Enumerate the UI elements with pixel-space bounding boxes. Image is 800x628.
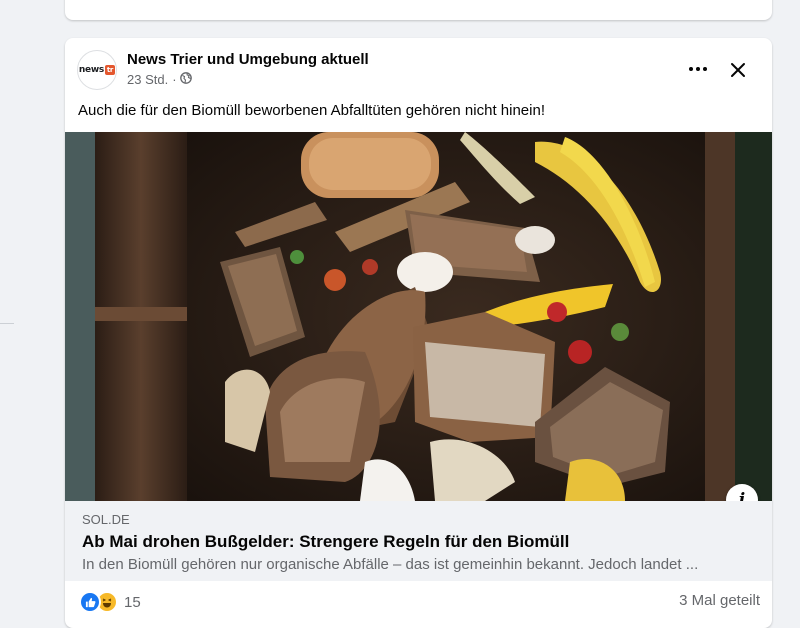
- more-icon: [689, 67, 707, 71]
- reaction-count: 15: [124, 593, 141, 611]
- link-description: In den Biomüll gehören nur organische Ab…: [82, 556, 699, 573]
- post-footer: 15 3 Mal geteilt: [65, 581, 772, 621]
- close-button[interactable]: [724, 56, 752, 84]
- post-timestamp[interactable]: 23 Std.: [127, 72, 168, 87]
- page-avatar[interactable]: news tr: [77, 50, 117, 90]
- divider: [0, 323, 14, 324]
- reaction-summary[interactable]: 15: [79, 591, 141, 613]
- post-header: news tr News Trier und Umgebung aktuell 2…: [77, 50, 760, 92]
- post-photo[interactable]: [65, 132, 772, 501]
- post-meta: 23 Std. ·: [127, 72, 192, 87]
- page-name-link[interactable]: News Trier und Umgebung aktuell: [127, 51, 369, 68]
- previous-post-card: [65, 0, 772, 20]
- post-caption: Auch die für den Biomüll beworbenen Abfa…: [78, 102, 545, 119]
- link-preview[interactable]: SOL.DE Ab Mai drohen Bußgelder: Strenger…: [65, 501, 772, 581]
- like-reaction-icon: [79, 591, 101, 613]
- page-logo: news tr: [78, 65, 116, 75]
- link-domain: SOL.DE: [82, 512, 130, 527]
- link-title[interactable]: Ab Mai drohen Bußgelder: Strengere Regel…: [82, 532, 569, 552]
- close-icon: [731, 63, 745, 77]
- meta-separator: ·: [172, 72, 177, 87]
- globe-icon[interactable]: [179, 72, 192, 87]
- post-card: news tr News Trier und Umgebung aktuell 2…: [65, 38, 772, 628]
- more-options-button[interactable]: [680, 58, 716, 80]
- share-count[interactable]: 3 Mal geteilt: [679, 592, 760, 609]
